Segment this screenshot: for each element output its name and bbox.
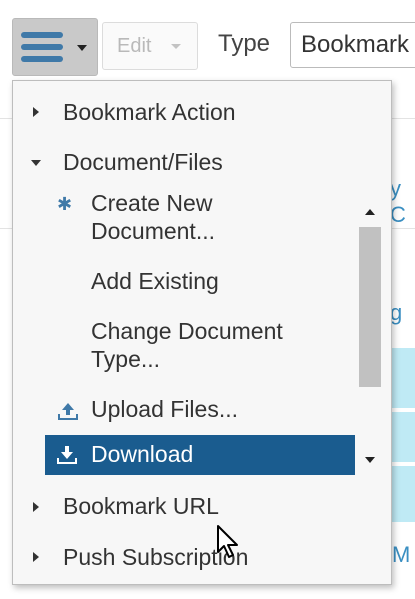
menu-button[interactable] xyxy=(12,18,98,76)
edit-button-label: Edit xyxy=(117,35,152,57)
submenu-label: Download xyxy=(91,441,194,467)
caret-down-icon xyxy=(77,45,87,51)
menu-item-document-files[interactable]: Document/Files xyxy=(63,149,223,176)
submenu-label: Document... xyxy=(91,218,215,244)
menu-item-bookmark-url[interactable]: Bookmark URL xyxy=(63,493,219,520)
scroll-up-arrow-icon[interactable] xyxy=(365,209,375,215)
submenu-add-existing[interactable]: Add Existing xyxy=(91,267,219,295)
hamburger-icon xyxy=(21,32,63,62)
download-icon xyxy=(56,445,78,470)
edit-button[interactable]: Edit xyxy=(102,22,198,70)
submenu-upload-files[interactable]: Upload Files... xyxy=(91,395,238,423)
scroll-down-arrow-icon[interactable] xyxy=(365,457,375,463)
grid-text-fragment: y C xyxy=(390,176,406,227)
toolbar: Edit Type Bookmark xyxy=(0,0,415,80)
grid-text-fragment: M xyxy=(392,542,411,567)
submenu-change-document-type[interactable]: Change Document Type... xyxy=(91,317,283,373)
type-label: Type xyxy=(218,30,271,57)
expand-arrow-icon xyxy=(33,502,39,512)
submenu-label: Create New xyxy=(91,190,213,216)
caret-down-icon xyxy=(171,44,181,49)
expand-arrow-icon xyxy=(33,107,39,117)
submenu-label: Type... xyxy=(91,346,161,372)
mouse-cursor-icon xyxy=(216,524,242,565)
submenu-create-new-document[interactable]: Create New Document... xyxy=(91,189,215,245)
upload-icon xyxy=(57,401,79,426)
scrollbar-thumb[interactable] xyxy=(359,227,381,387)
submenu-download[interactable]: Download xyxy=(45,435,355,475)
asterisk-icon: ✱ xyxy=(57,194,73,214)
menu-item-bookmark-action[interactable]: Bookmark Action xyxy=(63,99,236,126)
expand-arrow-icon xyxy=(33,552,39,562)
type-select[interactable]: Bookmark xyxy=(290,22,415,68)
collapse-arrow-icon xyxy=(31,160,41,166)
submenu-label: Change Document xyxy=(91,318,283,344)
actions-dropdown-menu: Bookmark Action Document/Files ✱ Create … xyxy=(12,80,392,585)
